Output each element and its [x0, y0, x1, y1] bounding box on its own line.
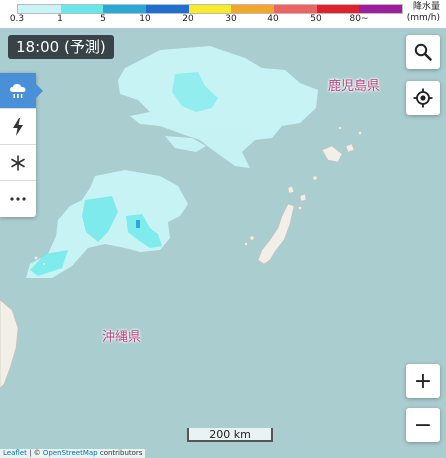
legend-unit: (mm/h)	[406, 13, 440, 23]
rain-heavy-spot	[136, 220, 140, 228]
legend-swatch	[188, 5, 232, 13]
legend-tick: 80~	[349, 14, 369, 24]
legend-tick: 5	[100, 14, 106, 24]
place-label-kagoshima: 鹿児島県	[328, 79, 381, 94]
legend-swatch	[18, 5, 61, 13]
more-icon	[10, 197, 26, 201]
zoom-in-button[interactable]: +	[406, 364, 440, 398]
legend-swatch	[359, 5, 403, 13]
legend-swatch	[103, 5, 147, 13]
active-layer-indicator	[36, 84, 43, 98]
precipitation-legend: 0.3 1 5 10 20 30 40 50 80~ 降水量 (mm/h)	[0, 0, 446, 29]
lightning-layer-button[interactable]	[0, 109, 36, 145]
legend-swatch	[60, 5, 104, 13]
legend-color-scale	[17, 4, 403, 14]
zoom-out-button[interactable]: −	[406, 408, 440, 442]
map-attribution: Leaflet | © OpenStreetMap contributors	[0, 449, 146, 458]
attribution-suffix: contributors	[97, 449, 143, 457]
legend-tick: 10	[139, 14, 151, 24]
legend-swatch	[274, 5, 317, 13]
search-button[interactable]	[406, 35, 440, 69]
rain-cloud-icon	[10, 83, 26, 98]
osm-link[interactable]: OpenStreetMap	[43, 449, 98, 457]
legend-title-line: 降水量	[412, 2, 440, 12]
legend-tick: 50	[310, 14, 322, 24]
legend-tick: 20	[182, 14, 194, 24]
place-label-okinawa: 沖縄県	[102, 330, 142, 345]
legend-swatch	[231, 5, 275, 13]
leaflet-link[interactable]: Leaflet	[3, 449, 27, 457]
crosshair-icon	[413, 88, 433, 108]
snowflake-icon	[11, 154, 25, 171]
legend-tick: 40	[267, 14, 279, 24]
locate-button[interactable]	[406, 81, 440, 115]
search-icon	[414, 43, 432, 61]
legend-swatch	[146, 5, 189, 13]
legend-tick: 30	[225, 14, 237, 24]
lightning-icon	[13, 117, 23, 136]
scale-bar: 200 km	[187, 428, 273, 442]
attribution-separator: | ©	[26, 449, 43, 457]
legend-tick: 1	[57, 14, 63, 24]
snow-layer-button[interactable]	[0, 145, 36, 181]
legend-swatch	[316, 5, 360, 13]
forecast-time-badge: 18:00 (予測)	[8, 35, 114, 59]
more-layers-button[interactable]	[0, 181, 36, 217]
layer-toolbar	[0, 73, 36, 217]
legend-tick: 0.3	[9, 14, 25, 24]
rain-layer-button[interactable]	[0, 73, 36, 109]
map-view[interactable]: 鹿児島県 沖縄県	[0, 28, 446, 458]
legend-title: 降水量 (mm/h)	[407, 2, 440, 24]
